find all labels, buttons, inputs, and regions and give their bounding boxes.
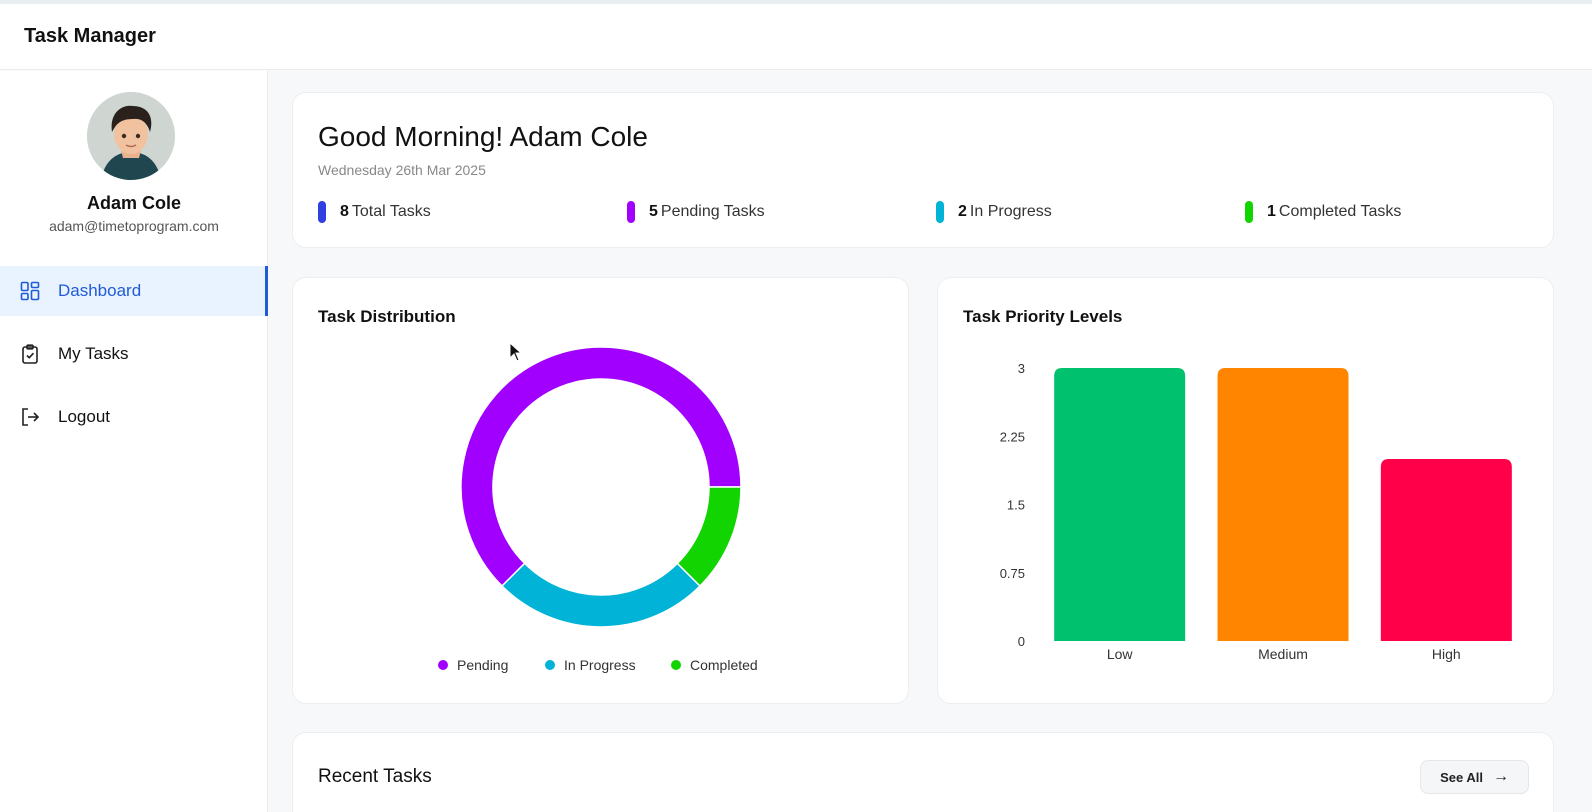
sidebar-item-label: Dashboard xyxy=(58,281,142,300)
stat-total-tasks: 8 Total Tasks xyxy=(318,201,431,223)
app-header: Task Manager xyxy=(0,4,1592,70)
stat-count: 2 xyxy=(958,203,967,220)
stat-in-progress: 2 In Progress xyxy=(936,201,1052,223)
legend-dot xyxy=(545,660,555,670)
bar-medium xyxy=(1217,368,1349,641)
x-tick-label: High xyxy=(1432,646,1461,662)
bar-chart: 3 2.25 1.5 0.75 0 Low Medium High xyxy=(1000,361,1512,662)
sidebar-item-label: Logout xyxy=(58,407,110,426)
stat-completed-tasks: 1 Completed Tasks xyxy=(1245,201,1401,223)
user-name: Adam Cole xyxy=(86,193,182,213)
stat-label: Completed Tasks xyxy=(1278,203,1402,220)
bar-high xyxy=(1380,459,1512,641)
stat-label: In Progress xyxy=(969,203,1052,220)
greeting-title: Good Morning! Adam Cole xyxy=(318,121,648,152)
legend-dot xyxy=(438,660,448,670)
recent-tasks-card: Recent Tasks See All → xyxy=(292,732,1554,812)
legend-label: Completed xyxy=(690,657,758,673)
avatar-image xyxy=(87,92,175,180)
y-tick-label: 3 xyxy=(1018,361,1025,376)
logout-icon xyxy=(20,407,40,427)
stat-label: Pending Tasks xyxy=(660,203,765,220)
stat-pending-tasks: 5 Pending Tasks xyxy=(627,201,765,223)
y-tick-label: 0 xyxy=(1018,634,1025,649)
see-all-button[interactable]: See All → xyxy=(1420,760,1529,794)
donut-slice-in-progress xyxy=(500,562,702,628)
current-date: Wednesday 26th Mar 2025 xyxy=(318,162,486,178)
sidebar-item-dashboard[interactable]: Dashboard xyxy=(0,266,268,316)
sidebar-item-my-tasks[interactable]: My Tasks xyxy=(0,329,268,379)
app-title: Task Manager xyxy=(24,25,156,47)
dashboard-icon xyxy=(20,281,40,301)
donut-slice-completed xyxy=(676,486,742,588)
see-all-label: See All xyxy=(1440,769,1483,785)
x-tick-label: Medium xyxy=(1258,646,1308,662)
sidebar-item-label: My Tasks xyxy=(58,344,129,363)
y-tick-label: 2.25 xyxy=(1000,429,1025,444)
legend-label: Pending xyxy=(457,657,508,673)
greeting-card: Good Morning! Adam Cole Wednesday 26th M… xyxy=(292,92,1554,248)
stat-count: 8 xyxy=(340,203,349,220)
arrow-right-icon: → xyxy=(1492,768,1509,785)
task-priority-card: Task Priority Levels 3 2.25 1.5 0.75 0 Low Med… xyxy=(937,277,1554,704)
sidebar: Adam Cole adam@timetoprogram.com Dashboa… xyxy=(0,71,268,812)
user-email: adam@timetoprogram.com xyxy=(49,218,219,234)
stat-color-bar xyxy=(318,201,326,223)
stat-label: Total Tasks xyxy=(351,203,431,220)
y-tick-label: 1.5 xyxy=(1007,498,1025,513)
legend-dot xyxy=(671,660,681,670)
mouse-cursor-icon xyxy=(509,342,523,362)
recent-tasks-title: Recent Tasks xyxy=(318,766,432,787)
stat-color-bar xyxy=(936,201,944,223)
legend-label: In Progress xyxy=(564,657,636,673)
task-distribution-card: Task Distribution Pending In Progress Comp… xyxy=(292,277,909,704)
stat-count: 1 xyxy=(1267,203,1276,220)
clipboard-check-icon xyxy=(20,344,40,364)
stat-count: 5 xyxy=(649,203,658,220)
x-tick-label: Low xyxy=(1107,646,1134,662)
bar-low xyxy=(1054,368,1186,641)
y-tick-label: 0.75 xyxy=(1000,566,1025,581)
avatar xyxy=(87,92,175,180)
donut-chart: Pending In Progress Completed xyxy=(438,346,758,673)
stat-color-bar xyxy=(1245,201,1253,223)
stat-color-bar xyxy=(627,201,635,223)
sidebar-item-logout[interactable]: Logout xyxy=(0,392,268,442)
